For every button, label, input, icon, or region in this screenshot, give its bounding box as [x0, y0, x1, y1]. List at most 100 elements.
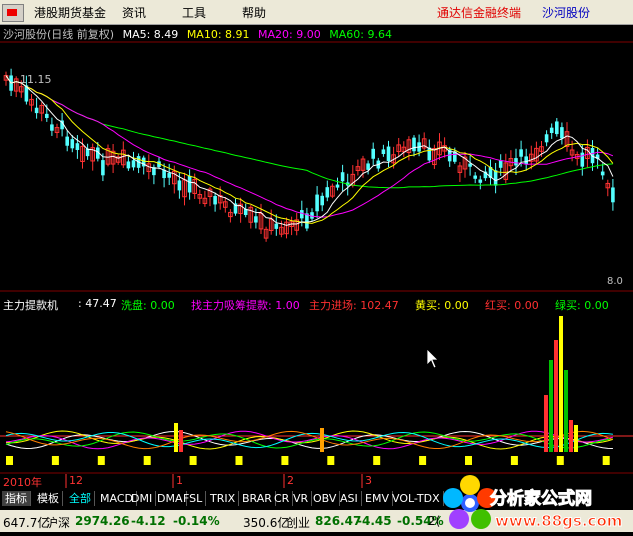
- ma10-label: MA10: 8.91: [186, 28, 250, 41]
- kline-chart[interactable]: [0, 0, 633, 536]
- candle-down: [427, 147, 432, 161]
- tab-vr[interactable]: VR: [290, 491, 313, 506]
- market-volume: 350.6亿: [243, 516, 290, 530]
- tab-vol-tdx[interactable]: VOL-TDX: [389, 491, 444, 506]
- candle-down: [519, 149, 523, 157]
- signal-block: [327, 456, 335, 465]
- indicator-bar: [574, 425, 578, 452]
- signal-block: [235, 456, 243, 465]
- low-price-label: 8.0: [607, 276, 623, 287]
- signal-block: [189, 456, 197, 465]
- index-value: 826.47: [315, 514, 362, 528]
- candle-down: [177, 180, 182, 191]
- index-change: -4.45: [357, 514, 392, 528]
- signal-block: [97, 456, 105, 465]
- signal-block: [51, 456, 59, 465]
- index-value: 2974.26: [75, 514, 130, 528]
- candle-down: [371, 148, 375, 159]
- index-change-pct: -0.14%: [173, 514, 220, 528]
- candle-down: [514, 158, 518, 166]
- ma60-label: MA60: 9.64: [329, 28, 392, 41]
- candle-down: [381, 149, 386, 155]
- index-change: -4.12: [131, 514, 166, 528]
- candle-down: [560, 127, 564, 139]
- tab-obv[interactable]: OBV: [310, 491, 341, 506]
- candle-down: [600, 171, 605, 176]
- index-name[interactable]: 创业: [286, 514, 310, 531]
- candle-down: [340, 172, 345, 182]
- index-name[interactable]: 沪深: [46, 514, 70, 531]
- indicator-bar: [549, 360, 553, 452]
- candle-down: [70, 139, 75, 149]
- candle-down: [549, 127, 554, 134]
- indicator-bar: [569, 420, 573, 452]
- tdx-window: 港股期货基金 资讯 工具 帮助 通达信金融终端 沙河股份 沙河股份(日线 前复权…: [0, 0, 633, 536]
- indicator-huangmai: 黄买: 0.00: [415, 299, 469, 312]
- indicator-plot: [5, 316, 614, 465]
- candle-down: [580, 152, 585, 167]
- indicator-bar: [179, 430, 183, 452]
- candle-down: [101, 160, 105, 176]
- candle-down: [75, 143, 80, 150]
- ma5-label: MA5: 8.49: [122, 28, 179, 41]
- signal-block: [465, 456, 472, 465]
- candle-down: [524, 156, 528, 165]
- candle-down: [325, 187, 330, 198]
- candle-down: [478, 179, 483, 183]
- signal-block: [6, 456, 13, 465]
- mouse-cursor: [426, 348, 439, 369]
- high-price-label: 11.15: [20, 73, 52, 86]
- date-label: 2010年: [3, 476, 42, 489]
- candle-down: [366, 163, 370, 170]
- signal-block: [373, 456, 381, 465]
- tab-indicator[interactable]: 指标: [2, 491, 31, 506]
- indicator-lvmai: 绿买: 0.00: [555, 299, 609, 312]
- signal-block: [556, 456, 564, 465]
- indicator-hongmai: 红买: 0.00: [485, 299, 539, 312]
- candle-down: [254, 216, 258, 223]
- signal-block: [602, 456, 610, 465]
- candle-down: [126, 161, 131, 169]
- candle-down: [412, 137, 416, 152]
- signal-block: [510, 456, 518, 465]
- candle-down: [167, 173, 171, 178]
- watermark-url: www.88gs.com: [494, 512, 623, 531]
- chart-title: 沙河股份(日线 前复权): [3, 28, 115, 41]
- tab-all[interactable]: 全部: [66, 491, 95, 506]
- candle-down: [34, 107, 39, 114]
- watermark-title: 分析家公式网: [490, 489, 593, 510]
- indicator-xipan: 洗盘: 0.00: [121, 299, 175, 312]
- tab-trix[interactable]: TRIX: [207, 491, 240, 506]
- signal-block: [419, 456, 427, 465]
- candle-down: [386, 146, 391, 161]
- candle-down: [300, 210, 304, 219]
- candle-down: [498, 160, 503, 168]
- ma20-line: [5, 75, 614, 218]
- date-label: 3: [365, 474, 372, 487]
- indicator-xichou: 找主力吸筹提款: 1.00: [191, 299, 300, 312]
- candle-down: [45, 113, 49, 118]
- tab-template[interactable]: 模板: [34, 491, 63, 506]
- tab-dmi[interactable]: DMI: [128, 491, 157, 506]
- indicator-bar: [320, 428, 324, 452]
- candle-down: [315, 194, 319, 212]
- signal-block: [143, 456, 151, 465]
- tab-asi[interactable]: ASI: [337, 491, 362, 506]
- chart-grid: [0, 41, 633, 488]
- candle-down: [187, 175, 192, 193]
- candle-down: [305, 213, 309, 229]
- market-volume: 2(: [428, 514, 441, 528]
- candle-down: [274, 223, 279, 229]
- candle-down: [320, 195, 324, 206]
- ma20-label: MA20: 9.00: [258, 28, 321, 41]
- date-label: 12: [69, 474, 83, 487]
- tab-fsl[interactable]: FSL: [180, 491, 207, 506]
- indicator-value: : 47.47: [78, 297, 117, 310]
- candle-down: [544, 134, 549, 143]
- candle-down: [493, 170, 498, 186]
- indicator-bar: [174, 423, 178, 452]
- candle-down: [50, 124, 54, 131]
- ma-legend: 沙河股份(日线 前复权) MA5: 8.49 MA10: 8.91 MA20: …: [3, 26, 397, 42]
- candle-down: [555, 121, 559, 135]
- indicator-bar: [554, 340, 558, 452]
